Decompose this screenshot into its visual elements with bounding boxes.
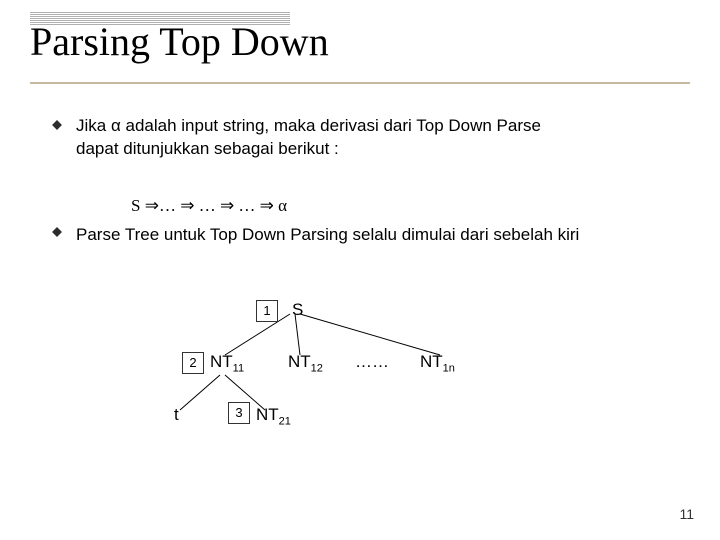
bullet1-line1: Jika α adalah input string, maka derivas… bbox=[76, 116, 541, 135]
node-nt21: NT21 bbox=[256, 405, 291, 427]
diamond-bullet-icon bbox=[50, 118, 64, 132]
title-decoration bbox=[30, 12, 290, 13]
node-nt12: NT12 bbox=[288, 352, 323, 374]
slide-title: Parsing Top Down bbox=[30, 18, 329, 65]
node-nt11: NT11 bbox=[210, 352, 244, 374]
bullet-2: S ⇒… ⇒ … ⇒ … ⇒ α Parse Tree untuk Top Do… bbox=[50, 195, 690, 247]
tree-edges bbox=[170, 300, 570, 460]
bullet1-line2: dapat ditunjukkan sebagai berikut : bbox=[76, 139, 339, 158]
diamond-bullet-icon bbox=[50, 225, 64, 239]
step-box-1: 1 bbox=[256, 300, 278, 322]
page-number: 11 bbox=[679, 506, 694, 522]
tree-ellipsis: …… bbox=[355, 352, 389, 372]
slide: Parsing Top Down Jika α adalah input str… bbox=[0, 0, 720, 540]
parse-tree-diagram: 1 S 2 NT11 NT12 …… NT1n t 3 NT21 bbox=[170, 300, 570, 460]
step-box-2: 2 bbox=[182, 352, 204, 374]
node-t: t bbox=[174, 405, 179, 425]
step-box-3: 3 bbox=[228, 402, 250, 424]
horizontal-divider bbox=[30, 82, 690, 86]
derivation-line: S ⇒… ⇒ … ⇒ … ⇒ α bbox=[131, 195, 690, 218]
bullet2-line2: Parse Tree untuk Top Down Parsing selalu… bbox=[76, 225, 579, 244]
node-nt1n: NT1n bbox=[420, 352, 455, 374]
tree-root: S bbox=[292, 300, 303, 320]
bullet-1: Jika α adalah input string, maka derivas… bbox=[50, 115, 670, 161]
